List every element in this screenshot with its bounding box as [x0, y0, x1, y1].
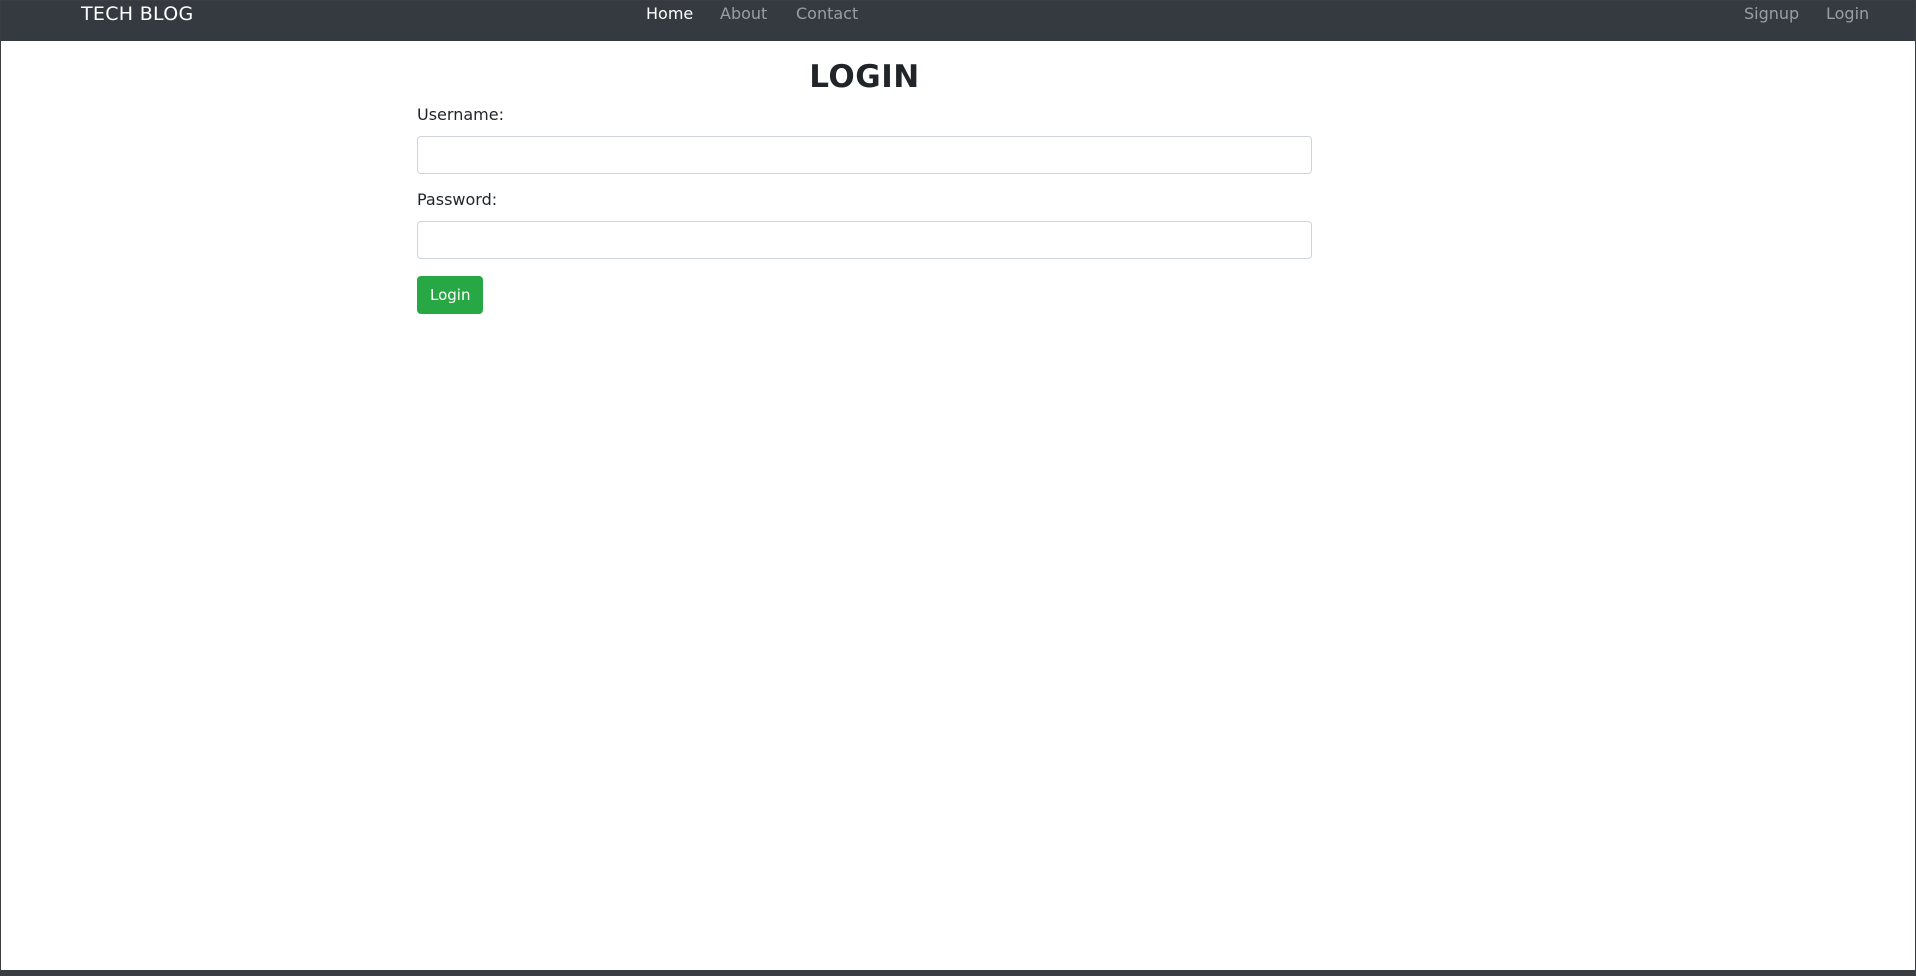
password-label: Password: — [417, 190, 498, 209]
nav-link-about[interactable]: About — [720, 4, 767, 24]
nav-link-home[interactable]: Home — [646, 4, 693, 24]
username-label: Username: — [417, 105, 504, 124]
password-input[interactable] — [417, 221, 1312, 259]
login-button[interactable]: Login — [417, 276, 484, 314]
nav-link-login[interactable]: Login — [1826, 4, 1869, 24]
nav-link-signup[interactable]: Signup — [1744, 4, 1799, 24]
username-input[interactable] — [417, 136, 1312, 174]
navbar: TECH BLOG Home About Contact Signup Logi… — [1, 1, 1915, 41]
brand-logo[interactable]: TECH BLOG — [81, 3, 194, 25]
nav-link-contact[interactable]: Contact — [796, 4, 858, 24]
username-group: Username: — [417, 104, 1312, 174]
page: TECH BLOG Home About Contact Signup Logi… — [0, 0, 1916, 976]
login-form: Username: Password: Login — [417, 104, 1312, 314]
login-form-container: LOGIN Username: Password: Login — [417, 41, 1312, 314]
page-title: LOGIN — [809, 59, 920, 95]
password-group: Password: — [417, 189, 1312, 259]
